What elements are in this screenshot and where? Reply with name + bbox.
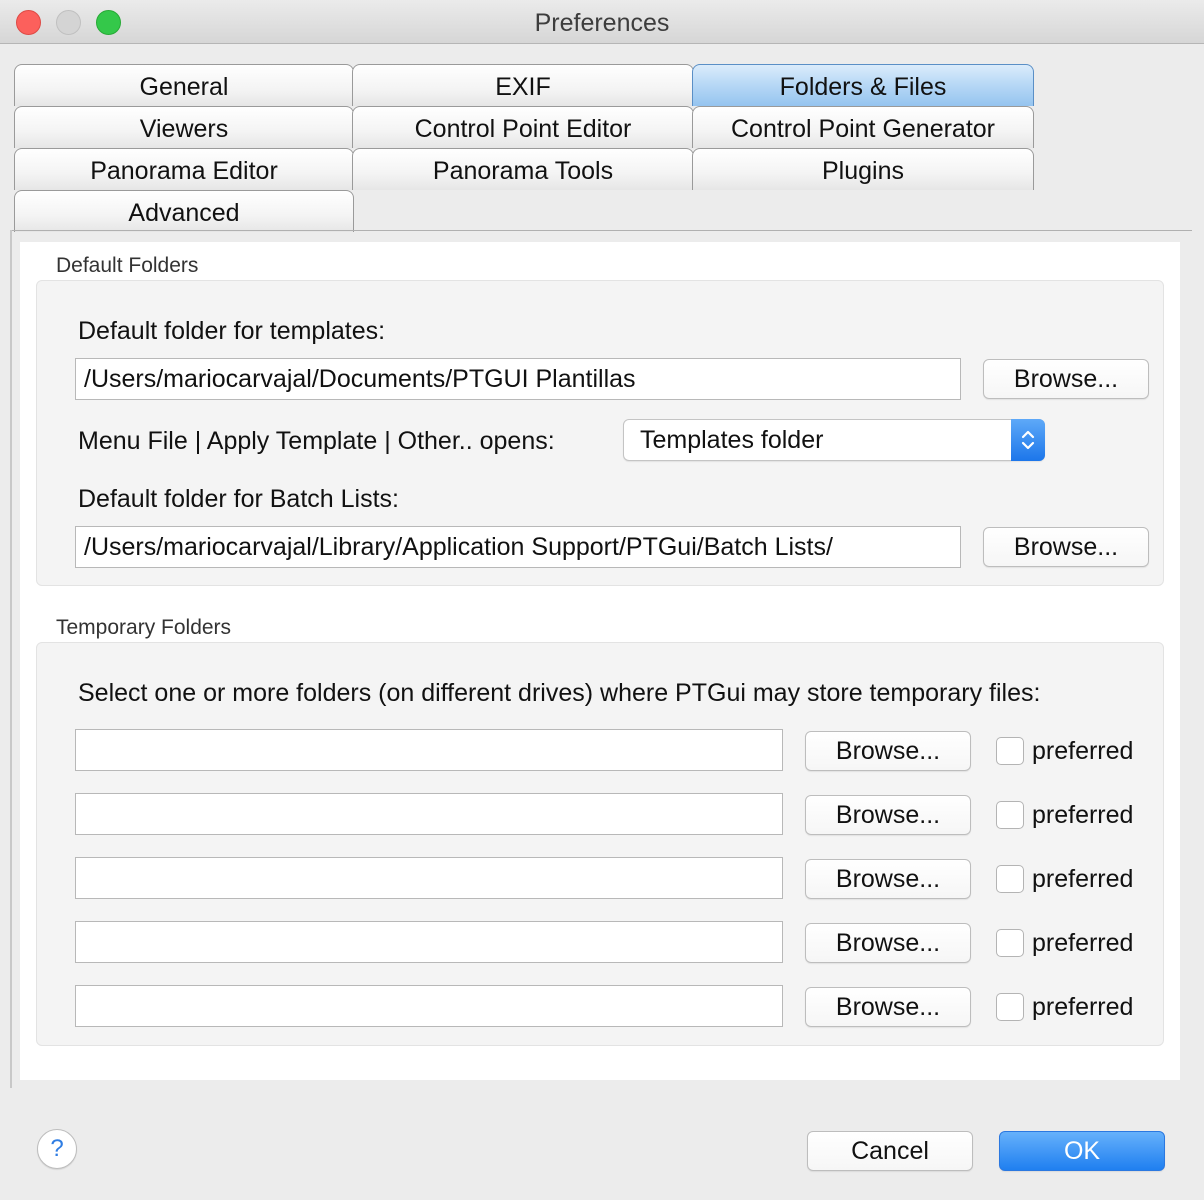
browse-temp-button-3[interactable]: Browse... — [805, 859, 971, 899]
ok-button[interactable]: OK — [999, 1131, 1165, 1171]
browse-templates-button[interactable]: Browse... — [983, 359, 1149, 399]
temp-folder-field-5[interactable] — [75, 985, 783, 1027]
templates-folder-label: Default folder for templates: — [78, 317, 386, 345]
apply-template-label: Menu File | Apply Template | Other.. ope… — [78, 427, 555, 455]
tab-panorama-editor[interactable]: Panorama Editor — [14, 148, 354, 190]
preferred-checkbox-2[interactable] — [996, 801, 1024, 829]
preferred-checkbox-3[interactable] — [996, 865, 1024, 893]
preferred-label-5: preferred — [1032, 993, 1134, 1021]
panel-border — [10, 230, 12, 1088]
preferred-label-4: preferred — [1032, 929, 1134, 957]
preferred-label-2: preferred — [1032, 801, 1134, 829]
tab-panorama-tools[interactable]: Panorama Tools — [352, 148, 694, 190]
temp-folder-field-1[interactable] — [75, 729, 783, 771]
tab-control-point-generator[interactable]: Control Point Generator — [692, 106, 1034, 148]
temporary-folders-title: Temporary Folders — [56, 616, 232, 639]
preferred-checkbox-5[interactable] — [996, 993, 1024, 1021]
preferred-checkbox-1[interactable] — [996, 737, 1024, 765]
batch-folder-field[interactable]: /Users/mariocarvajal/Library/Application… — [75, 526, 961, 568]
chevron-up-down-icon — [1011, 419, 1045, 461]
browse-temp-button-1[interactable]: Browse... — [805, 731, 971, 771]
preferred-label-1: preferred — [1032, 737, 1134, 765]
templates-folder-field[interactable]: /Users/mariocarvajal/Documents/PTGUI Pla… — [75, 358, 961, 400]
temporary-folders-description: Select one or more folders (on different… — [78, 679, 1041, 707]
window-title: Preferences — [534, 9, 670, 37]
tab-general[interactable]: General — [14, 64, 354, 106]
tab-control-point-editor[interactable]: Control Point Editor — [352, 106, 694, 148]
browse-temp-button-4[interactable]: Browse... — [805, 923, 971, 963]
browse-temp-button-5[interactable]: Browse... — [805, 987, 971, 1027]
browse-batch-button[interactable]: Browse... — [983, 527, 1149, 567]
tab-plugins[interactable]: Plugins — [692, 148, 1034, 190]
temp-folder-field-4[interactable] — [75, 921, 783, 963]
apply-template-select[interactable]: Templates folder — [623, 419, 1045, 461]
question-mark-icon: ? — [50, 1135, 64, 1162]
tab-advanced[interactable]: Advanced — [14, 190, 354, 232]
tab-folders-and-files[interactable]: Folders & Files — [692, 64, 1034, 106]
temp-folder-field-3[interactable] — [75, 857, 783, 899]
preferred-checkbox-4[interactable] — [996, 929, 1024, 957]
browse-temp-button-2[interactable]: Browse... — [805, 795, 971, 835]
default-folders-title: Default Folders — [56, 254, 199, 277]
cancel-button[interactable]: Cancel — [807, 1131, 973, 1171]
tab-viewers[interactable]: Viewers — [14, 106, 354, 148]
help-button[interactable]: ? — [37, 1129, 77, 1169]
tab-divider — [12, 230, 1192, 231]
batch-folder-label: Default folder for Batch Lists: — [78, 485, 399, 513]
title-bar: Preferences — [0, 0, 1204, 44]
temp-folder-field-2[interactable] — [75, 793, 783, 835]
preferred-label-3: preferred — [1032, 865, 1134, 893]
apply-template-value: Templates folder — [640, 426, 824, 454]
tab-exif[interactable]: EXIF — [352, 64, 694, 106]
